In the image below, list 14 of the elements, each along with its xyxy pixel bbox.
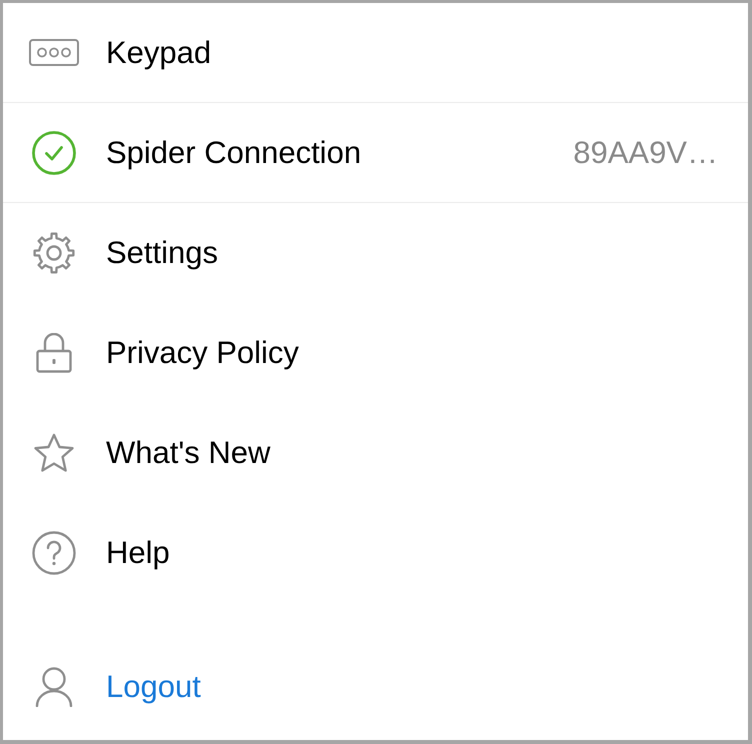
menu-item[interactable]: Help xyxy=(3,503,748,603)
lock-icon xyxy=(36,333,72,373)
connection-id: 89AA9V… xyxy=(573,134,718,170)
menu-item[interactable]: What's New xyxy=(3,403,748,503)
help-icon xyxy=(32,531,76,575)
star-icon xyxy=(33,433,75,473)
keypad-icon xyxy=(29,39,79,66)
menu-item[interactable]: Keypad xyxy=(3,3,748,103)
person-icon xyxy=(35,667,73,707)
menu-item[interactable]: Privacy Policy xyxy=(3,303,748,403)
menu-item[interactable]: Settings xyxy=(3,203,748,303)
menu-item[interactable]: Spider Connection 89AA9V… xyxy=(3,103,748,203)
logout-link[interactable]: Logout xyxy=(3,637,748,737)
settings-icon xyxy=(33,232,75,274)
